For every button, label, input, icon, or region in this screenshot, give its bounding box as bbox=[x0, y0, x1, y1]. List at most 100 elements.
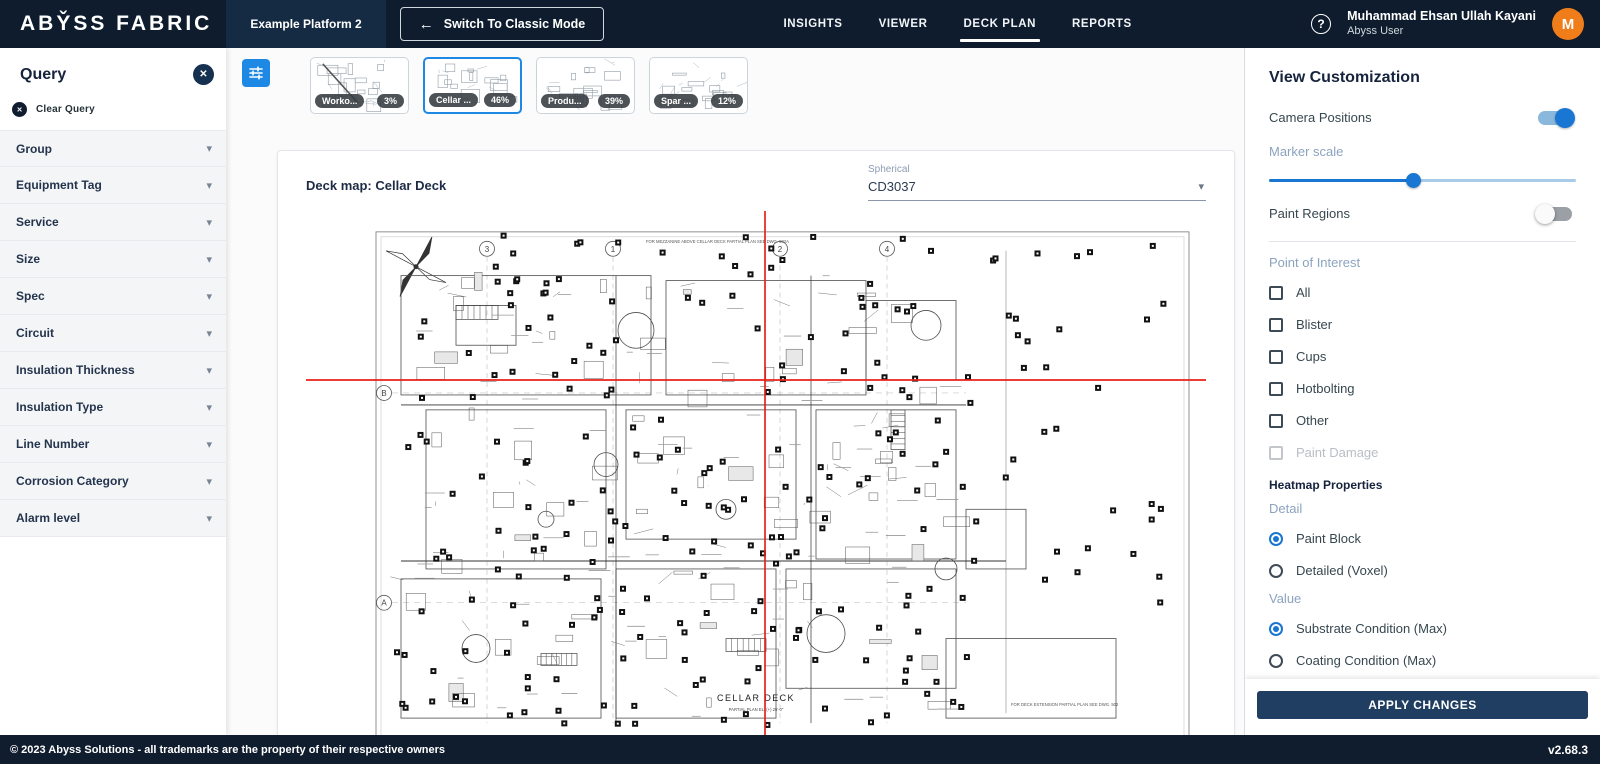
thumbnail-percent-badge: 12% bbox=[711, 94, 743, 108]
svg-text:B: B bbox=[381, 389, 386, 398]
detail-radio-detailed-voxel-[interactable]: Detailed (Voxel) bbox=[1269, 561, 1576, 580]
value-radio-substrate-condition-max-[interactable]: Substrate Condition (Max) bbox=[1269, 619, 1576, 638]
checkbox-icon bbox=[1269, 414, 1283, 428]
chevron-down-icon: ▾ bbox=[206, 438, 212, 451]
detail-radio-label: Detailed (Voxel) bbox=[1296, 563, 1388, 578]
filter-accordion-spec[interactable]: Spec▾ bbox=[0, 278, 226, 315]
filter-label: Circuit bbox=[16, 326, 54, 340]
filter-accordion-line-number[interactable]: Line Number ▾ bbox=[0, 426, 226, 463]
clear-query-label: Clear Query bbox=[36, 104, 95, 115]
value-radio-coating-condition-max-[interactable]: Coating Condition (Max) bbox=[1269, 651, 1576, 670]
camera-positions-row: Camera Positions bbox=[1269, 110, 1576, 125]
user-role: Abyss User bbox=[1347, 25, 1536, 39]
marker-scale-slider-thumb[interactable] bbox=[1406, 173, 1421, 188]
thumbnail-filter-button[interactable] bbox=[242, 59, 270, 87]
detail-options: Paint Block Detailed (Voxel) bbox=[1269, 529, 1576, 580]
topbar-right: ? Muhammad Ehsan Ullah Kayani Abyss User… bbox=[1311, 0, 1600, 48]
chevron-down-icon: ▾ bbox=[206, 216, 212, 229]
filter-accordion-circuit[interactable]: Circuit ▾ bbox=[0, 315, 226, 352]
camera-positions-toggle[interactable] bbox=[1538, 111, 1572, 125]
arrow-left-icon: ← bbox=[419, 16, 434, 33]
chevron-down-icon: ▾ bbox=[206, 327, 212, 340]
paint-regions-toggle[interactable] bbox=[1538, 207, 1572, 221]
poi-checkbox-other[interactable]: Other bbox=[1269, 411, 1576, 430]
deck-thumbnail-2[interactable]: Cellar ...46% bbox=[423, 57, 522, 114]
abyss-fabric-logo: ABY̌SS FABRIC bbox=[0, 0, 226, 48]
thumbnail-percent-badge: 3% bbox=[377, 94, 404, 108]
filter-accordion-group[interactable]: Group ▾ bbox=[0, 130, 226, 167]
filter-accordion-service[interactable]: Service▾ bbox=[0, 204, 226, 241]
filter-label: Group bbox=[16, 142, 52, 156]
chevron-down-icon: ▾ bbox=[206, 142, 212, 155]
poi-checkbox-hotbolting[interactable]: Hotbolting bbox=[1269, 379, 1576, 398]
svg-text:4: 4 bbox=[885, 245, 890, 254]
radio-icon bbox=[1269, 564, 1283, 578]
marker-scale-label: Marker scale bbox=[1269, 144, 1343, 159]
filter-accordion-insulation-thickness[interactable]: Insulation Thickness▾ bbox=[0, 352, 226, 389]
deck-thumbnail-4[interactable]: Spar ...12% bbox=[649, 57, 748, 114]
help-icon[interactable]: ? bbox=[1311, 14, 1331, 34]
query-filter-list: Group▾Equipment Tag▾Service▾Size▾Spec▾Ci… bbox=[0, 130, 226, 537]
poi-checkbox-cups[interactable]: Cups bbox=[1269, 347, 1576, 366]
poi-checkbox-label: All bbox=[1296, 285, 1310, 300]
tab-deck-plan[interactable]: DECK PLAN bbox=[964, 0, 1037, 48]
checkbox-icon bbox=[1269, 318, 1283, 332]
filter-label: Line Number bbox=[16, 437, 89, 451]
query-title: Query bbox=[20, 66, 66, 84]
user-block: Muhammad Ehsan Ullah Kayani Abyss User bbox=[1347, 9, 1536, 38]
tab-viewer[interactable]: VIEWER bbox=[879, 0, 928, 48]
filter-accordion-corrosion-category[interactable]: Corrosion Category▾ bbox=[0, 463, 226, 500]
svg-text:CELLAR DECK: CELLAR DECK bbox=[717, 693, 795, 703]
clear-query-button[interactable]: ✕ Clear Query bbox=[12, 102, 95, 117]
detail-label: Detail bbox=[1269, 501, 1576, 516]
filter-label: Equipment Tag bbox=[16, 178, 102, 192]
filter-accordion-size[interactable]: Size▾ bbox=[0, 241, 226, 278]
deck-thumbnail-1[interactable]: Worko...3% bbox=[310, 57, 409, 114]
point-of-interest-options: All Blister Cups Hotbolting Other Paint Damag… bbox=[1269, 283, 1576, 462]
filter-label: Spec bbox=[16, 289, 45, 303]
value-radio-label: Substrate Condition (Max) bbox=[1296, 621, 1447, 636]
poi-checkbox-paint-damage: Paint Damage bbox=[1269, 443, 1576, 462]
poi-checkbox-all[interactable]: All bbox=[1269, 283, 1576, 302]
svg-text:1: 1 bbox=[611, 245, 616, 254]
filter-accordion-alarm-level[interactable]: Alarm level▾ bbox=[0, 500, 226, 537]
marker-scale-slider[interactable] bbox=[1269, 173, 1576, 187]
chevron-down-icon: ▾ bbox=[206, 253, 212, 266]
thumbnail-badges: Worko...3% bbox=[315, 94, 404, 108]
poi-checkbox-label: Cups bbox=[1296, 349, 1326, 364]
deck-map-title: Deck map: Cellar Deck bbox=[306, 178, 446, 193]
filter-accordion-insulation-type[interactable]: Insulation Type▾ bbox=[0, 389, 226, 426]
platform-selector[interactable]: Example Platform 2 bbox=[226, 0, 385, 48]
avatar[interactable]: M bbox=[1552, 8, 1584, 40]
poi-checkbox-label: Paint Damage bbox=[1296, 445, 1378, 460]
deck-map-drawing[interactable]: 3124BAFOR MEZZANINE ABOVE CELLAR DECK PA… bbox=[306, 211, 1206, 735]
deck-map-card: Deck map: Cellar Deck Spherical CD3037 ▾… bbox=[277, 150, 1235, 735]
poi-checkbox-blister[interactable]: Blister bbox=[1269, 315, 1576, 334]
svg-text:2: 2 bbox=[778, 245, 783, 254]
tab-insights[interactable]: INSIGHTS bbox=[783, 0, 842, 48]
svg-text:3: 3 bbox=[485, 245, 490, 254]
radio-icon bbox=[1269, 622, 1283, 636]
chevron-down-icon: ▾ bbox=[206, 401, 212, 414]
poi-checkbox-label: Hotbolting bbox=[1296, 381, 1355, 396]
detail-radio-label: Paint Block bbox=[1296, 531, 1361, 546]
camera-positions-label: Camera Positions bbox=[1269, 110, 1372, 125]
poi-checkbox-label: Other bbox=[1296, 413, 1329, 428]
apply-changes-button[interactable]: APPLY CHANGES bbox=[1257, 691, 1588, 719]
switch-to-classic-mode-button[interactable]: ← Switch To Classic Mode bbox=[400, 7, 604, 41]
close-query-panel-button[interactable]: ✕ bbox=[193, 64, 214, 85]
tab-reports[interactable]: REPORTS bbox=[1072, 0, 1132, 48]
query-panel: Query ✕ ✕ Clear Query Group ▾ Equipment Ta… bbox=[0, 48, 226, 735]
checkbox-icon bbox=[1269, 382, 1283, 396]
thumbnail-name-badge: Cellar ... bbox=[429, 93, 478, 107]
filter-label: Alarm level bbox=[16, 511, 80, 525]
thumbnail-badges: Produ...39% bbox=[541, 94, 630, 108]
thumbnail-badges: Cellar ...46% bbox=[429, 93, 516, 107]
main-nav-tabs: INSIGHTS VIEWER DECK PLAN REPORTS bbox=[783, 0, 1131, 48]
detail-radio-paint-block[interactable]: Paint Block bbox=[1269, 529, 1576, 548]
deck-plan-main: Worko...3% Cellar ...46% Produ...39% Spar .… bbox=[226, 48, 1244, 735]
spherical-select[interactable]: Spherical CD3037 ▾ bbox=[868, 164, 1206, 201]
deck-thumbnail-3[interactable]: Produ...39% bbox=[536, 57, 635, 114]
value-label: Value bbox=[1269, 591, 1576, 606]
filter-accordion-equipment-tag[interactable]: Equipment Tag▾ bbox=[0, 167, 226, 204]
